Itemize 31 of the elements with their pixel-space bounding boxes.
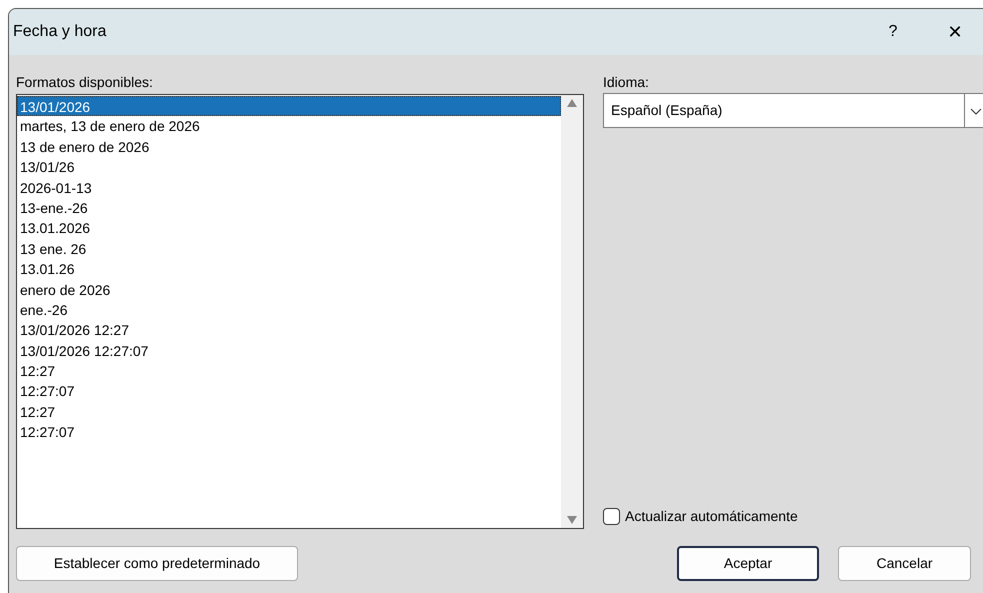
format-option[interactable]: enero de 2026 bbox=[17, 280, 561, 300]
scroll-up-icon[interactable] bbox=[567, 99, 577, 107]
format-option[interactable]: 12:27:07 bbox=[17, 381, 561, 402]
format-option[interactable]: 13/01/2026 12:27 bbox=[17, 320, 561, 341]
format-option[interactable]: 12:27:07 bbox=[17, 422, 561, 443]
checkbox-label[interactable]: Actualizar automáticamente bbox=[625, 506, 798, 527]
format-option[interactable]: martes, 13 de enero de 2026 bbox=[17, 116, 561, 137]
format-option[interactable]: 13/01/26 bbox=[17, 157, 561, 178]
close-button[interactable]: ✕ bbox=[935, 17, 975, 47]
format-option[interactable]: 2026-01-13 bbox=[17, 178, 561, 198]
format-option[interactable]: 13/01/2026 bbox=[17, 96, 561, 116]
scroll-down-icon[interactable] bbox=[567, 516, 577, 524]
checkbox[interactable] bbox=[603, 508, 620, 525]
scrollbar[interactable] bbox=[561, 95, 583, 528]
format-option[interactable]: 13 de enero de 2026 bbox=[17, 136, 561, 158]
window-title: Fecha y hora bbox=[13, 22, 106, 42]
format-option[interactable]: 13 ene. 26 bbox=[17, 238, 561, 260]
format-option[interactable]: 13-ene.-26 bbox=[17, 198, 561, 218]
ok-button[interactable]: Aceptar bbox=[677, 546, 819, 581]
set-default-button[interactable]: Establecer como predeterminado bbox=[16, 546, 298, 581]
format-option[interactable]: 12:27 bbox=[17, 361, 561, 382]
format-option[interactable]: ene.-26 bbox=[17, 300, 561, 320]
help-button[interactable]: ? bbox=[873, 17, 913, 47]
format-option[interactable]: 13/01/2026 12:27:07 bbox=[17, 340, 561, 362]
format-option[interactable]: 13.01.26 bbox=[17, 259, 561, 280]
language-label: Idioma: bbox=[603, 73, 650, 92]
format-option[interactable]: 12:27 bbox=[17, 402, 561, 422]
cancel-button[interactable]: Cancelar bbox=[838, 546, 971, 581]
format-option[interactable]: 13.01.2026 bbox=[17, 218, 561, 239]
language-dropdown[interactable]: Español (España) bbox=[603, 93, 983, 128]
formats-label: Formatos disponibles: bbox=[16, 73, 154, 92]
